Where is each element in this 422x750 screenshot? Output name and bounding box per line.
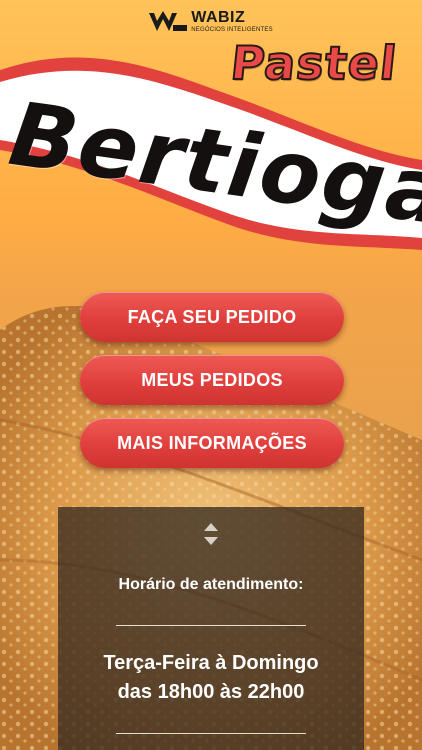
opening-hours: das 18h00 às 22h00 [117, 681, 305, 703]
opening-hours-heading: Horário de atendimento: [118, 576, 304, 593]
opening-hours-panel: Horário de atendimento: Terça-Feira à Do… [58, 507, 364, 750]
brand-tagline: NEGÓCIOS INTELIGENTES [191, 27, 273, 33]
chevron-down-icon [204, 537, 218, 545]
more-info-button[interactable]: MAIS INFORMAÇÕES [80, 418, 344, 468]
panel-toggle-icon[interactable] [201, 523, 221, 545]
brand-logo: WABIZ NEGÓCIOS INTELIGENTES [0, 10, 422, 33]
my-orders-button[interactable]: MEUS PEDIDOS [80, 355, 344, 405]
place-order-button[interactable]: FAÇA SEU PEDIDO [80, 292, 344, 342]
title-pastel: Pastel [227, 35, 401, 91]
chevron-up-icon [204, 523, 218, 531]
opening-days: Terça-Feira à Domingo [103, 652, 319, 674]
main-menu: FAÇA SEU PEDIDO MEUS PEDIDOS MAIS INFORM… [80, 292, 344, 468]
brand-name: WABIZ [191, 9, 246, 26]
wabiz-logo-icon [149, 10, 188, 31]
divider [116, 733, 306, 734]
divider [116, 625, 306, 626]
